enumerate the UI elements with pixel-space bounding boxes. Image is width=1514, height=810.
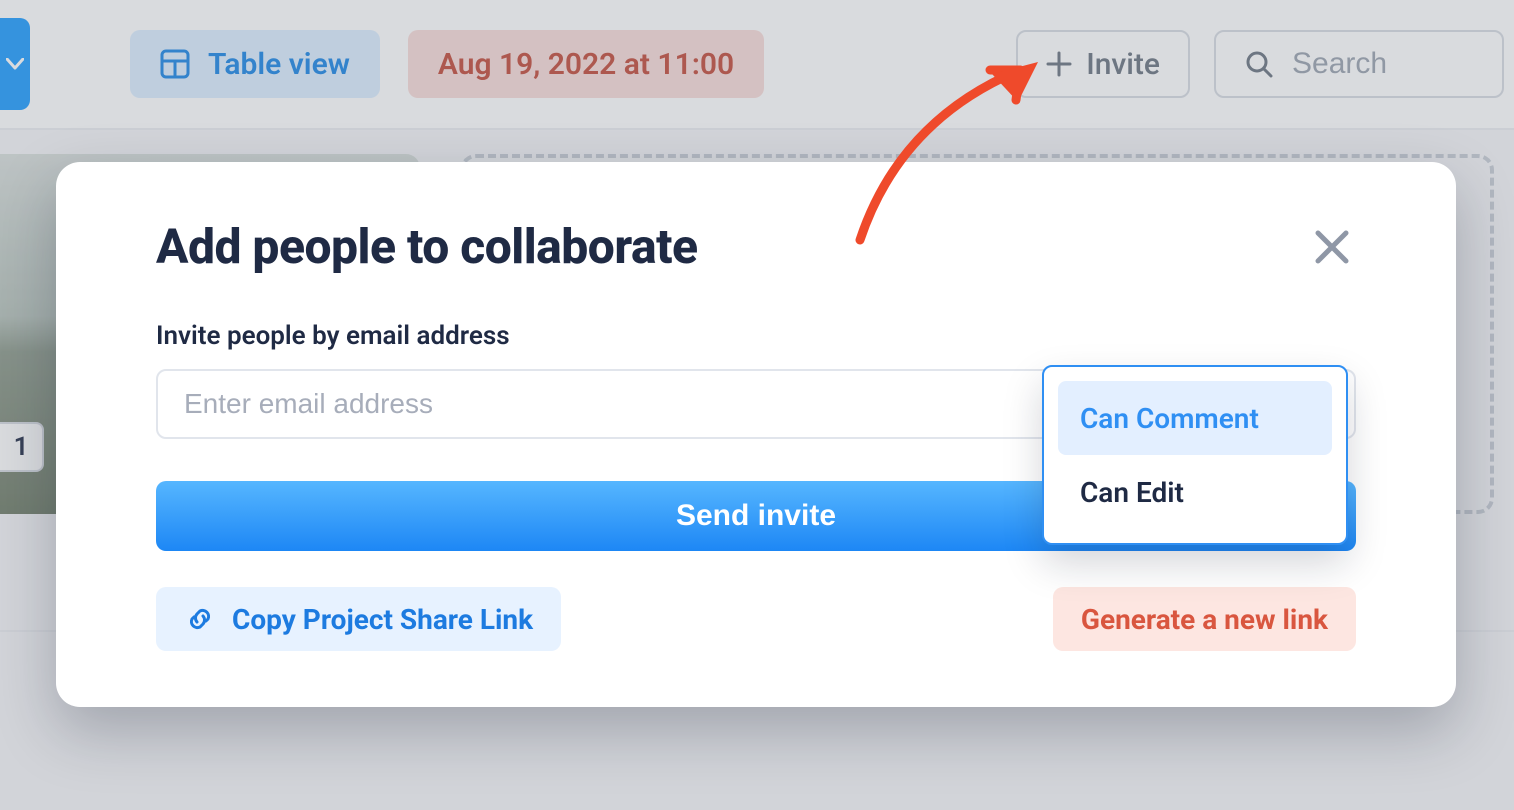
permission-option-label: Can Edit [1080, 476, 1184, 509]
copy-share-link-label: Copy Project Share Link [232, 603, 533, 636]
modal-title: Add people to collaborate [156, 218, 698, 275]
email-field-label: Invite people by email address [156, 321, 1356, 351]
send-invite-label: Send invite [676, 499, 836, 532]
link-icon [184, 603, 216, 635]
permission-dropdown[interactable]: Can Comment Can Edit [1042, 365, 1348, 545]
close-button[interactable] [1308, 223, 1356, 271]
generate-new-link-label: Generate a new link [1081, 603, 1328, 636]
copy-share-link-button[interactable]: Copy Project Share Link [156, 587, 561, 651]
close-icon [1314, 229, 1350, 265]
permission-option-can-edit[interactable]: Can Edit [1058, 455, 1332, 529]
generate-new-link-button[interactable]: Generate a new link [1053, 587, 1356, 651]
permission-option-can-comment[interactable]: Can Comment [1058, 381, 1332, 455]
permission-option-label: Can Comment [1080, 402, 1259, 435]
